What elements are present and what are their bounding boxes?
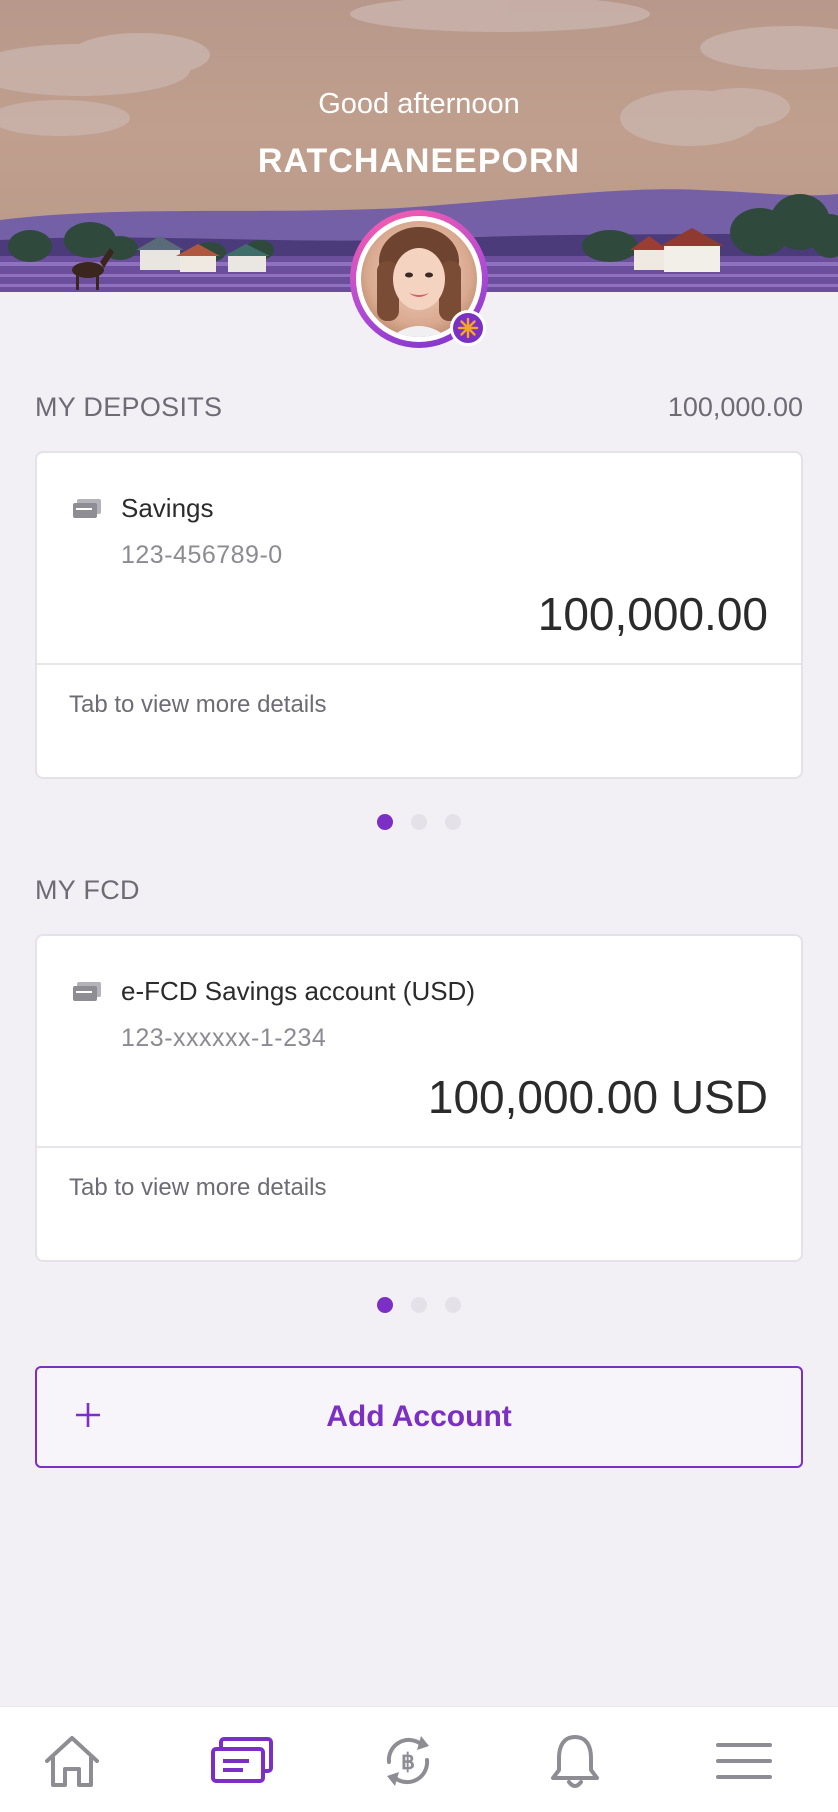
account-card-icon xyxy=(72,982,102,1007)
pager-dot[interactable] xyxy=(411,814,427,830)
account-name: e-FCD Savings account (USD) xyxy=(121,976,475,1006)
transfer-icon: ฿ xyxy=(386,1736,430,1786)
menu-icon xyxy=(716,1743,772,1779)
user-name: RATCHANEEPORN xyxy=(257,142,581,180)
svg-text:฿: ฿ xyxy=(401,1749,415,1774)
nav-home[interactable] xyxy=(36,1729,108,1793)
pager-dot[interactable] xyxy=(445,814,461,830)
add-account-button[interactable]: Add Account xyxy=(35,1366,803,1468)
deposit-account-card[interactable]: Savings 123-456789-0 100,000.00 Tab to v… xyxy=(35,451,803,779)
account-balance: 100,000.00 USD xyxy=(427,1071,768,1123)
fcd-section-title: MY FCD xyxy=(35,875,140,905)
account-number: 123-456789-0 xyxy=(121,541,283,569)
account-balance: 100,000.00 xyxy=(537,588,768,640)
bell-icon xyxy=(551,1735,599,1788)
deposits-section-title: MY DEPOSITS xyxy=(35,392,223,422)
pager-dot[interactable] xyxy=(377,1297,393,1313)
view-details-link[interactable]: Tab to view more details xyxy=(69,691,326,719)
deposits-pager xyxy=(0,814,838,830)
view-details-link[interactable]: Tab to view more details xyxy=(69,1174,326,1202)
add-account-label: Add Account xyxy=(326,1400,512,1433)
nav-menu[interactable] xyxy=(708,1729,780,1793)
greeting-text: Good afternoon xyxy=(318,88,520,120)
fcd-pager xyxy=(0,1297,838,1313)
pager-dot[interactable] xyxy=(377,814,393,830)
account-number: 123-xxxxxx-1-234 xyxy=(121,1024,327,1052)
pager-dot[interactable] xyxy=(411,1297,427,1313)
fcd-account-card[interactable]: e-FCD Savings account (USD) 123-xxxxxx-1… xyxy=(35,934,803,1262)
pager-dot[interactable] xyxy=(445,1297,461,1313)
card-divider xyxy=(37,663,801,665)
avatar[interactable] xyxy=(350,210,488,348)
bottom-navigation: ฿ xyxy=(0,1706,838,1812)
nav-transfer[interactable]: ฿ xyxy=(372,1729,444,1793)
spark-badge-icon xyxy=(450,310,486,346)
nav-notifications[interactable] xyxy=(539,1729,611,1793)
deposits-total: 100,000.00 xyxy=(667,392,803,422)
card-divider xyxy=(37,1146,801,1148)
account-card-icon xyxy=(72,499,102,524)
home-icon xyxy=(45,1736,99,1787)
account-name: Savings xyxy=(121,493,214,523)
accounts-icon xyxy=(211,1737,273,1783)
nav-accounts[interactable] xyxy=(206,1729,278,1793)
